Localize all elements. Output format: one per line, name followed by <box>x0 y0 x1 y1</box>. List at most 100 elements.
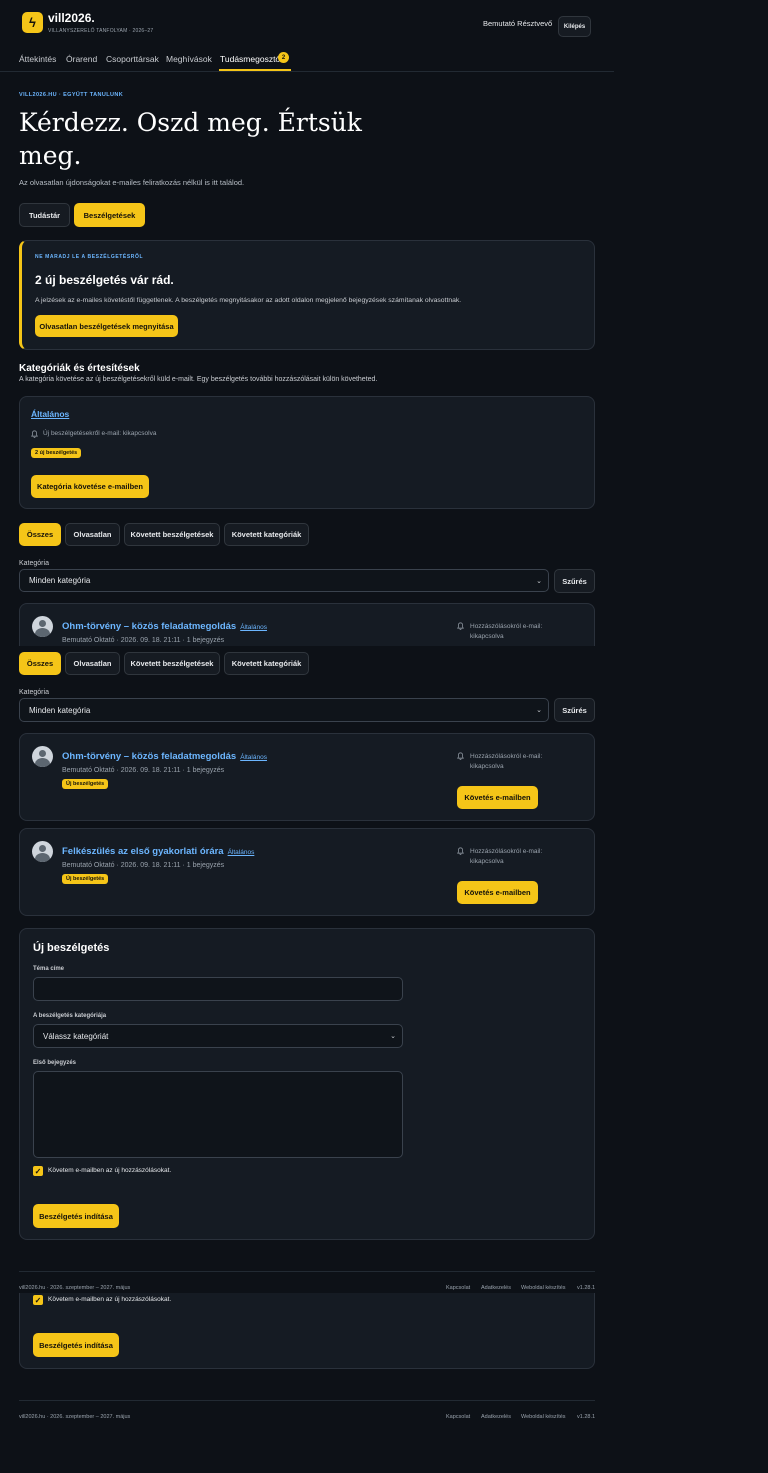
topic-category-link[interactable]: Általános <box>240 754 267 761</box>
header-divider <box>0 71 614 72</box>
avatar <box>32 841 53 862</box>
tab-invitations[interactable]: Meghívások <box>166 54 212 64</box>
chevron-down-icon: ⌄ <box>536 577 542 585</box>
first-post-label: Első bejegyzés <box>33 1060 77 1066</box>
topic-category-label: A beszélgetés kategóriája <box>33 1013 107 1019</box>
hero-lead: Az olvasatlan újdonságokat e-mailes feli… <box>19 178 245 187</box>
first-post-textarea[interactable] <box>33 1071 403 1158</box>
follow-checkbox[interactable]: ✓ <box>33 1295 43 1305</box>
category-filter-value: Minden kategória <box>29 705 91 715</box>
tab-overview[interactable]: Áttekintés <box>19 54 56 64</box>
topic-card: Felkészülés az első gyakorlati órára Álta… <box>19 828 595 916</box>
unread-notice-card: NE MARADJ LE A BESZÉLGETÉSRŐL 2 új beszé… <box>19 240 595 350</box>
new-topic-form-fragment: ✓ Követem e-mailben az új hozzászólásoka… <box>19 1293 595 1369</box>
new-topic-badge: Új beszélgetés <box>62 779 109 789</box>
footer-link-contact[interactable]: Kapcsolat <box>446 1414 470 1420</box>
footer-link-privacy[interactable]: Adatkezelés <box>481 1285 511 1291</box>
category-filter-select[interactable]: Minden kategória ⌄ <box>19 698 549 722</box>
filter-tab-unread[interactable]: Olvasatlan <box>65 523 120 546</box>
new-topic-form: Új beszélgetés Téma címe A beszélgetés k… <box>19 928 595 1240</box>
user-name: Bemutató Résztvevő <box>483 19 553 28</box>
page-title-line1: Kérdezz. Oszd meg. Értsük <box>19 108 362 137</box>
tab-schedule[interactable]: Órarend <box>66 54 97 64</box>
topic-category-link[interactable]: Általános <box>240 624 267 631</box>
topic-meta: Bemutató Oktató · 2026. 09. 18. 21:11 · … <box>62 767 225 774</box>
chevron-down-icon: ⌄ <box>390 1033 396 1040</box>
start-topic-button[interactable]: Beszélgetés indítása <box>33 1204 119 1228</box>
categories-desc: A kategória követése az új beszélgetések… <box>19 376 378 383</box>
category-filter-select[interactable]: Minden kategória ⌄ <box>19 569 549 592</box>
notification-count-badge: 2 <box>278 52 289 63</box>
notice-text: A jelzések az e-mailes követéstől függet… <box>35 297 462 304</box>
topic-title-link[interactable]: Ohm-törvény – közös feladatmegoldás Által… <box>62 621 267 632</box>
topic-title-input[interactable] <box>33 977 403 1001</box>
notice-title: 2 új beszélgetés vár rád. <box>35 273 174 287</box>
topic-card: Ohm-törvény – közös feladatmegoldás Által… <box>19 733 595 821</box>
knowledge-base-button[interactable]: Tudástár <box>19 203 70 227</box>
footer-link-webdesign[interactable]: Weboldal készítés <box>521 1414 566 1420</box>
filter-tab-followed-categories[interactable]: Követett kategóriák <box>224 523 309 546</box>
avatar <box>32 746 53 767</box>
category-notify-status: Új beszélgetésekről e-mail: kikapcsolva <box>43 430 157 437</box>
footer-link-privacy[interactable]: Adatkezelés <box>481 1414 511 1420</box>
follow-topic-button[interactable]: Követés e-mailben <box>457 786 538 809</box>
follow-checkbox[interactable]: ✓ <box>33 1166 43 1176</box>
footer-link-contact[interactable]: Kapcsolat <box>446 1285 470 1291</box>
categories-title: Kategóriák és értesítések <box>19 363 140 374</box>
topic-card-partial: Ohm-törvény – közös feladatmegoldás Által… <box>19 603 595 646</box>
filter-tab-all[interactable]: Összes <box>19 652 61 675</box>
follow-checkbox-label: Követem e-mailben az új hozzászólásokat. <box>48 1167 172 1174</box>
footer-divider <box>19 1400 595 1401</box>
new-topic-title: Új beszélgetés <box>33 942 110 954</box>
tab-knowledge-share[interactable]: Tudásmegosztó <box>220 54 280 64</box>
topic-category-placeholder: Válassz kategóriát <box>43 1031 109 1041</box>
tab-classmates[interactable]: Csoporttársak <box>106 54 159 64</box>
footer-version: v1.28.1 <box>577 1414 596 1420</box>
filter-tab-unread[interactable]: Olvasatlan <box>65 652 120 675</box>
topic-category-link[interactable]: Általános <box>228 849 255 856</box>
category-filter-label: Kategória <box>19 560 49 567</box>
topic-title-link[interactable]: Ohm-törvény – közös feladatmegoldás Által… <box>62 751 267 762</box>
filter-tab-followed-topics[interactable]: Követett beszélgetések <box>124 523 220 546</box>
footer-version: v1.28.1 <box>577 1285 596 1291</box>
filter-tab-all[interactable]: Összes <box>19 523 61 546</box>
brand-subtitle: VILLANYSZERELŐ TANFOLYAM · 2026–27 <box>48 28 154 34</box>
footer-copyright: vill2026.hu · 2026. szeptember – 2027. m… <box>19 1285 131 1291</box>
category-name-link[interactable]: Általános <box>31 409 69 419</box>
topic-meta: Bemutató Oktató · 2026. 09. 18. 21:11 · … <box>62 637 225 644</box>
page-title-line2: meg. <box>19 141 82 170</box>
topic-notify-status: Hozzászólásokról e-mail: kikapcsolva <box>470 848 543 865</box>
follow-checkbox-label: Követem e-mailben az új hozzászólásokat. <box>48 1296 172 1303</box>
footer-copyright: vill2026.hu · 2026. szeptember – 2027. m… <box>19 1414 131 1420</box>
topic-meta: Bemutató Oktató · 2026. 09. 18. 21:11 · … <box>62 862 225 869</box>
discussions-button[interactable]: Beszélgetések <box>74 203 145 227</box>
start-topic-button[interactable]: Beszélgetés indítása <box>33 1333 119 1357</box>
brand-name[interactable]: vill2026. <box>48 11 95 25</box>
follow-topic-button[interactable]: Követés e-mailben <box>457 881 538 904</box>
hero-eyebrow: VILL2026.HU · EGYÜTT TANULUNK <box>19 92 124 98</box>
follow-category-button[interactable]: Kategória követése e-mailben <box>31 475 149 498</box>
footer-link-webdesign[interactable]: Weboldal készítés <box>521 1285 566 1291</box>
new-topic-badge: Új beszélgetés <box>62 874 109 884</box>
filter-submit-button[interactable]: Szűrés <box>554 569 595 593</box>
new-topics-badge: 2 új beszélgetés <box>31 448 82 458</box>
chevron-down-icon: ⌄ <box>536 707 542 714</box>
topic-title-link[interactable]: Felkészülés az első gyakorlati órára Álta… <box>62 846 254 857</box>
open-unread-button[interactable]: Olvasatlan beszélgetések megnyitása <box>35 315 178 337</box>
category-filter-label: Kategória <box>19 689 49 696</box>
topic-title-label: Téma címe <box>33 966 65 972</box>
filter-submit-button[interactable]: Szűrés <box>554 698 595 722</box>
logo-icon[interactable]: ϟ <box>22 12 43 33</box>
avatar <box>32 616 53 637</box>
topic-category-select[interactable]: Válassz kategóriát ⌄ <box>33 1024 403 1048</box>
filter-tab-followed-categories[interactable]: Követett kategóriák <box>224 652 309 675</box>
filter-tab-followed-topics[interactable]: Követett beszélgetések <box>124 652 220 675</box>
bell-icon <box>457 622 464 630</box>
topic-notify-status: Hozzászólásokról e-mail: kikapcsolva <box>470 753 543 770</box>
topic-notify-status: Hozzászólásokról e-mail: kikapcsolva <box>470 623 543 640</box>
logout-button[interactable]: Kilépés <box>558 16 591 37</box>
notice-eyebrow: NE MARADJ LE A BESZÉLGETÉSRŐL <box>35 254 144 260</box>
footer-divider <box>19 1271 595 1272</box>
category-filter-value: Minden kategória <box>29 576 91 585</box>
bell-icon <box>457 752 464 760</box>
